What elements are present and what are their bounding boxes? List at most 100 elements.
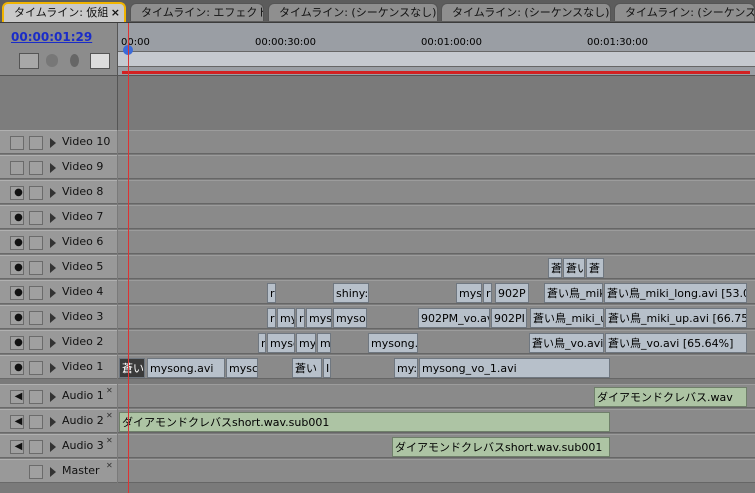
tab-timeline-none-3[interactable]: タイムライン: (シーケンスなし) [614,3,755,21]
clip[interactable]: 蒼い [563,258,585,278]
playhead-line[interactable] [128,23,129,493]
clip[interactable]: myso [267,333,295,353]
lock-box[interactable] [29,286,43,300]
track-lane[interactable]: ダイアモンドクレバス.wav [118,384,755,408]
lock-box[interactable] [29,390,43,404]
expand-triangle-icon[interactable] [50,338,56,348]
clip[interactable]: my [296,333,316,353]
tab-timeline-none-1[interactable]: タイムライン: (シーケンスなし) [268,3,438,21]
clip[interactable]: 蒼い [292,358,322,378]
track-lane[interactable]: ダイアモンドクレバスshort.wav.sub001 [118,434,755,458]
work-area-bar[interactable] [122,71,750,74]
lock-box[interactable] [29,336,43,350]
eye-icon[interactable]: ● [12,211,25,224]
clip[interactable]: 蒼い鳥_vo.avi [529,333,604,353]
clip[interactable]: 蒼い鳥_miki [544,283,603,303]
eye-icon[interactable]: ● [12,261,25,274]
clip[interactable]: 902PI [491,308,527,328]
time-ruler[interactable]: 00:00 00:00:30:00 00:01:00:00 00:01:30:0… [117,23,755,75]
clip[interactable]: r [483,283,492,303]
clip[interactable]: ダイアモンドクレバスshort.wav.sub001 [392,437,610,457]
track-lane[interactable]: r shiny: mys r 902P 蒼い鳥_miki 蒼い鳥_miki_lo… [118,280,755,304]
lock-box[interactable] [29,136,43,150]
lock-box[interactable] [29,161,43,175]
clip[interactable]: 蒼い鳥_miki_u [530,308,604,328]
clip[interactable]: 蒼 [548,258,562,278]
expand-triangle-icon[interactable] [50,188,56,198]
tab-timeline-karigumi[interactable]: タイムライン: 仮組 × [2,2,126,22]
track-lane[interactable] [118,459,755,483]
expand-triangle-icon[interactable] [50,263,56,273]
clip[interactable]: mysong. [368,333,418,353]
zoom-scroll-bar[interactable] [118,51,755,67]
toggle-output-box[interactable] [10,136,24,150]
lock-box[interactable] [29,465,43,479]
lock-box[interactable] [29,415,43,429]
clip[interactable]: 蒼い鳥_miki_up.avi [66.75% [605,308,747,328]
speaker-icon[interactable]: ◀ [12,390,25,403]
clip[interactable]: 蒼 [586,258,604,278]
clip[interactable]: 蒼い鳥_vo.avi [65.64%] [605,333,747,353]
track-lane[interactable]: 蒼 蒼い 蒼 [118,255,755,279]
expand-triangle-icon[interactable] [50,417,56,427]
expand-triangle-icon[interactable] [50,442,56,452]
clip[interactable]: 蒼い鳥_miki_long.avi [53.0 [604,283,747,303]
track-lane[interactable] [118,180,755,204]
clip[interactable]: mys [456,283,482,303]
clip[interactable]: ダイアモンドクレバス.wav [594,387,747,407]
clip[interactable]: I [323,358,331,378]
expand-triangle-icon[interactable] [50,213,56,223]
speaker-icon[interactable]: ◀ [12,440,25,453]
lock-box[interactable] [29,261,43,275]
close-tab-icon[interactable]: × [111,4,120,22]
track-lane[interactable]: r myso my m mysong. 蒼い鳥_vo.avi 蒼い鳥_vo.av… [118,330,755,354]
eye-icon[interactable]: ● [12,311,25,324]
expand-triangle-icon[interactable] [50,467,56,477]
clip[interactable]: myso [306,308,332,328]
lock-box[interactable] [29,440,43,454]
clip[interactable]: shiny: [333,283,369,303]
clip[interactable]: r [267,308,276,328]
track-lane[interactable]: ダイアモンドクレバスshort.wav.sub001 [118,409,755,433]
toggle-output-box[interactable] [10,161,24,175]
speaker-icon[interactable]: ◀ [12,415,25,428]
clip[interactable]: mysor [333,308,367,328]
clip[interactable]: r [258,333,266,353]
lock-box[interactable] [29,361,43,375]
expand-triangle-icon[interactable] [50,363,56,373]
clip[interactable]: 902PM_vo.av [418,308,490,328]
clip[interactable]: mysong.avi [147,358,225,378]
marker-icon[interactable] [46,54,58,67]
track-lane[interactable] [118,130,755,154]
eye-icon[interactable]: ● [12,236,25,249]
expand-triangle-icon[interactable] [50,163,56,173]
snap-toggle-icon[interactable] [19,53,39,69]
add-marker-button[interactable] [90,53,110,69]
clip[interactable]: 902P [495,283,529,303]
lock-box[interactable] [29,211,43,225]
eye-icon[interactable]: ● [12,361,25,374]
track-lane[interactable]: 蒼い mysong.avi mysc 蒼い I my: mysong_vo_1.… [118,355,755,379]
keyframe-icon[interactable] [70,54,79,67]
clip[interactable]: mysong_vo_1.avi [419,358,610,378]
tab-timeline-none-2[interactable]: タイムライン: (シーケンスなし) [441,3,611,21]
track-lane[interactable] [118,230,755,254]
clip[interactable]: r [267,283,276,303]
tab-timeline-effect[interactable]: タイムライン: エフェクト [130,3,264,21]
clip[interactable]: r [296,308,305,328]
expand-triangle-icon[interactable] [50,238,56,248]
clip[interactable]: m [317,333,331,353]
expand-triangle-icon[interactable] [50,138,56,148]
expand-triangle-icon[interactable] [50,392,56,402]
clip[interactable]: ダイアモンドクレバスshort.wav.sub001 [119,412,610,432]
lock-box[interactable] [29,236,43,250]
clip[interactable]: my: [394,358,418,378]
expand-triangle-icon[interactable] [50,313,56,323]
current-timecode[interactable]: 00:00:01:29 [11,30,92,44]
clip[interactable]: 蒼い [119,358,145,378]
lock-box[interactable] [29,311,43,325]
clip[interactable]: mysc [226,358,258,378]
track-lane[interactable] [118,155,755,179]
lock-box[interactable] [29,186,43,200]
eye-icon[interactable]: ● [12,186,25,199]
